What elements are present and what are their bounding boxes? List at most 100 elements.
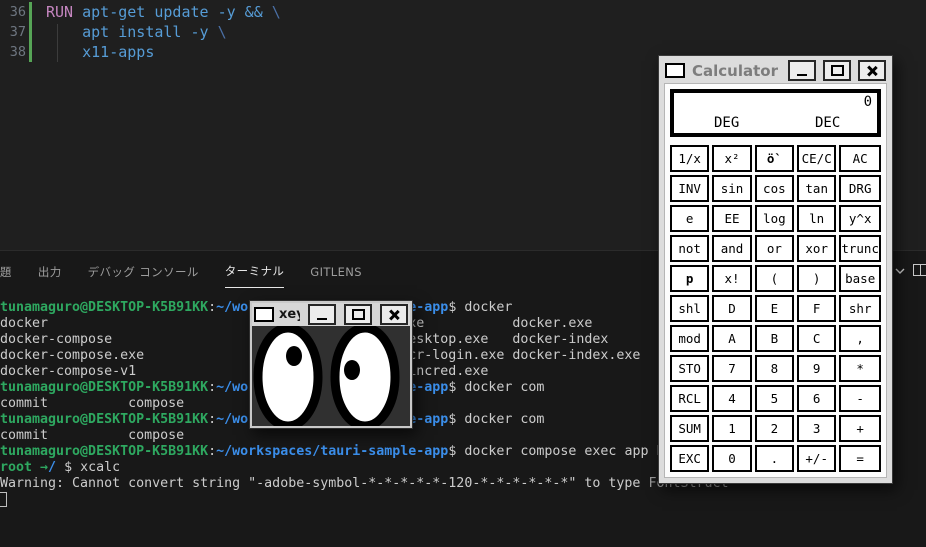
xeyes-titlebar[interactable]: xey...	[252, 303, 410, 326]
display-mode-deg: DEG	[714, 115, 739, 131]
calc-button-digit-0[interactable]: 0	[712, 445, 751, 472]
calc-button-clear-entry[interactable]: CE/C	[797, 145, 836, 172]
calc-button-e[interactable]: e	[670, 205, 709, 232]
calc-button-mod[interactable]: mod	[670, 325, 709, 352]
close-button[interactable]	[380, 304, 408, 325]
split-panel-icon[interactable]	[913, 264, 926, 276]
xeyes-window: xey...	[249, 300, 413, 429]
calc-button-sqrt[interactable]: ö`	[755, 145, 794, 172]
calc-button-not[interactable]: not	[670, 235, 709, 262]
calc-button-lparen[interactable]: (	[755, 265, 794, 292]
calculator-window: Calculator 0 DEG DEC 1/xx²ö`CE/CACINVsin…	[658, 55, 893, 484]
window-menu-icon[interactable]	[254, 307, 274, 322]
calc-button-sum[interactable]: SUM	[670, 415, 709, 442]
calc-button-exc[interactable]: EXC	[670, 445, 709, 472]
terminal-cursor	[0, 492, 7, 507]
line-number: 38	[0, 42, 26, 62]
calc-button-shr[interactable]: shr	[839, 295, 881, 322]
panel-tab-4[interactable]: ターミナル	[225, 252, 285, 288]
calc-button-drg[interactable]: DRG	[839, 175, 881, 202]
calc-button-tan[interactable]: tan	[797, 175, 836, 202]
calc-button-hex-b[interactable]: B	[755, 325, 794, 352]
calc-button-hex-c[interactable]: C	[797, 325, 836, 352]
terminal-line: Warning: Cannot convert string "-adobe-s…	[0, 476, 729, 492]
calculator-display: 0 DEG DEC	[670, 89, 881, 137]
panel-tab-3[interactable]: デバッグ コンソール	[88, 253, 199, 288]
calc-button-ln[interactable]: ln	[797, 205, 836, 232]
calc-button-y-pow-x[interactable]: y^x	[839, 205, 881, 232]
left-eye	[258, 328, 318, 426]
line-number: 37	[0, 22, 26, 42]
calc-button-subtract[interactable]: -	[839, 385, 881, 412]
calc-button-hex-d[interactable]: D	[712, 295, 751, 322]
maximize-button[interactable]	[823, 60, 851, 81]
window-menu-icon[interactable]	[665, 63, 685, 78]
xeyes-window-title: xey...	[279, 307, 300, 322]
close-icon	[866, 65, 878, 77]
calc-button-digit-8[interactable]: 8	[755, 355, 794, 382]
calc-button-shl[interactable]: shl	[670, 295, 709, 322]
calc-button-sto[interactable]: STO	[670, 355, 709, 382]
calc-button-digit-1[interactable]: 1	[712, 415, 751, 442]
calc-button-digit-9[interactable]: 9	[797, 355, 836, 382]
calc-button-all-clear[interactable]: AC	[839, 145, 881, 172]
terminal-line: root →/ $ xcalc	[0, 460, 729, 476]
calc-button-hex-e[interactable]: E	[755, 295, 794, 322]
maximize-button[interactable]	[344, 304, 372, 325]
calc-button-add[interactable]: +	[839, 415, 881, 442]
calc-button-digit-7[interactable]: 7	[712, 355, 751, 382]
minimize-button[interactable]	[308, 304, 336, 325]
terminal-line	[0, 492, 729, 508]
calc-button-reciprocal[interactable]: 1/x	[670, 145, 709, 172]
minimize-button[interactable]	[788, 60, 816, 81]
calc-button-rcl[interactable]: RCL	[670, 385, 709, 412]
calc-button-divide[interactable]: ,	[839, 325, 881, 352]
calc-button-equals[interactable]: =	[839, 445, 881, 472]
panel-tab-5[interactable]: GITLENS	[310, 254, 362, 287]
minimize-icon	[797, 74, 807, 77]
calc-button-rparen[interactable]: )	[797, 265, 836, 292]
calc-button-or[interactable]: or	[755, 235, 794, 262]
calc-button-log[interactable]: log	[755, 205, 794, 232]
calc-button-square[interactable]: x²	[712, 145, 751, 172]
chevron-down-icon[interactable]	[893, 263, 907, 282]
calc-button-factorial[interactable]: x!	[712, 265, 751, 292]
close-icon	[388, 309, 400, 321]
calc-button-digit-3[interactable]: 3	[797, 415, 836, 442]
right-pupil	[344, 360, 360, 380]
panel-tab-1[interactable]: 問題	[0, 253, 12, 288]
calculator-body: 0 DEG DEC 1/xx²ö`CE/CACINVsincostanDRGeE…	[664, 83, 887, 478]
calc-button-digit-5[interactable]: 5	[755, 385, 794, 412]
calc-button-plus-minus[interactable]: +/-	[797, 445, 836, 472]
calc-button-sin[interactable]: sin	[712, 175, 751, 202]
code-text: apt install -y \	[46, 22, 227, 42]
calc-button-ee[interactable]: EE	[712, 205, 751, 232]
calc-button-digit-6[interactable]: 6	[797, 385, 836, 412]
terminal-line: tunamaguro@DESKTOP-K5B91KK:~/workspaces/…	[0, 444, 729, 460]
minimize-icon	[317, 318, 327, 321]
calc-button-and[interactable]: and	[712, 235, 751, 262]
calc-button-cos[interactable]: cos	[755, 175, 794, 202]
calc-button-base[interactable]: base	[839, 265, 881, 292]
maximize-icon	[831, 65, 844, 76]
calc-button-pi[interactable]: p	[670, 265, 709, 292]
panel-tab-2[interactable]: 出力	[38, 253, 62, 288]
calc-button-digit-2[interactable]: 2	[755, 415, 794, 442]
calculator-window-title: Calculator	[689, 62, 781, 80]
close-button[interactable]	[858, 60, 886, 81]
calc-button-hex-f[interactable]: F	[797, 295, 836, 322]
right-eye	[335, 328, 395, 426]
terminal-line: commit compose	[0, 428, 729, 444]
calculator-titlebar[interactable]: Calculator	[664, 58, 887, 83]
calc-button-digit-4[interactable]: 4	[712, 385, 751, 412]
calc-button-trunc[interactable]: trunc	[839, 235, 881, 262]
calc-button-multiply[interactable]: *	[839, 355, 881, 382]
calc-button-hex-a[interactable]: A	[712, 325, 751, 352]
editor-lines: 36RUN apt-get update -y && \37 apt insta…	[0, 0, 926, 62]
display-value: 0	[864, 94, 872, 110]
calc-button-inverse[interactable]: INV	[670, 175, 709, 202]
display-mode-dec: DEC	[815, 115, 840, 131]
calc-button-xor[interactable]: xor	[797, 235, 836, 262]
left-pupil	[286, 346, 302, 366]
calc-button-decimal[interactable]: .	[755, 445, 794, 472]
